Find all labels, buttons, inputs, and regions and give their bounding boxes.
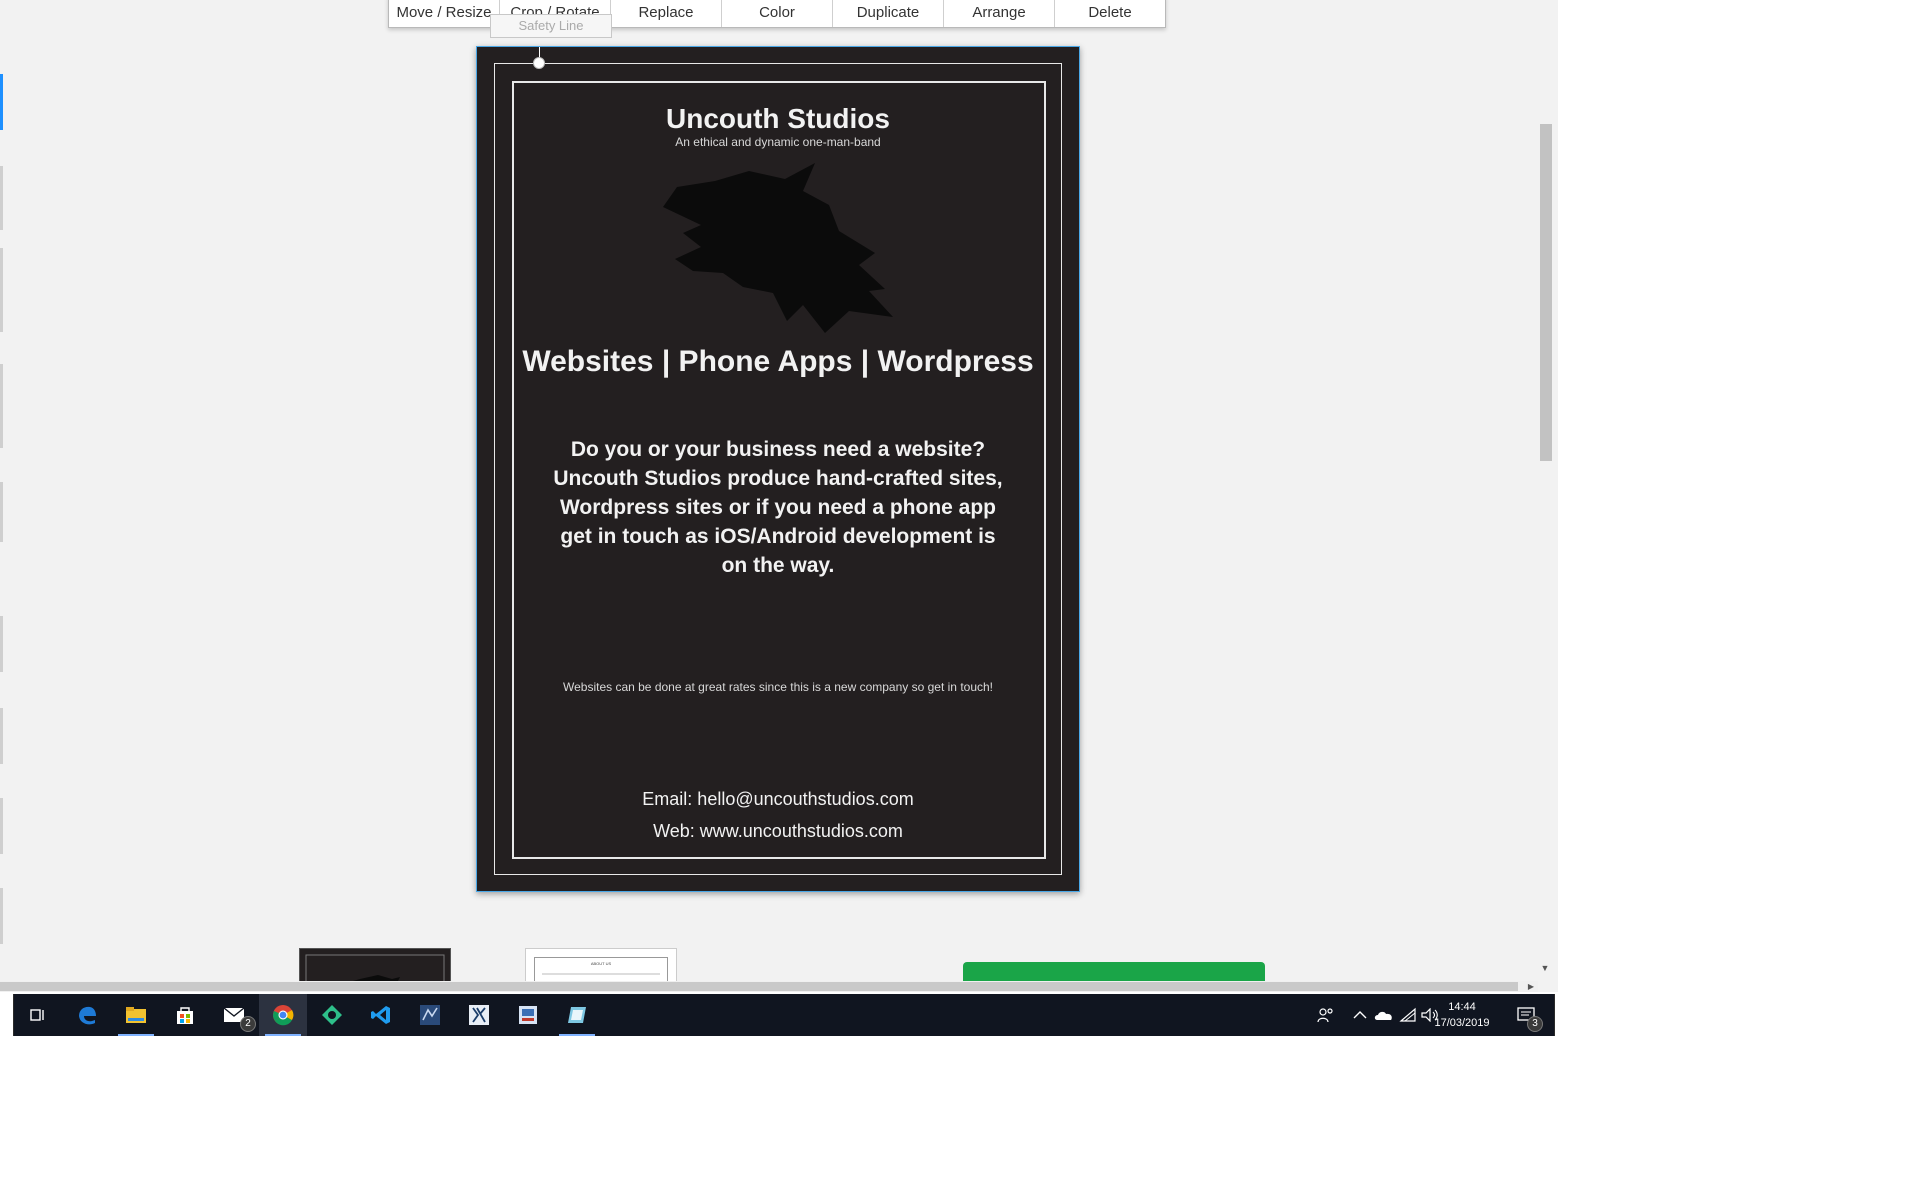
vertical-scrollbar[interactable]: ▼ — [1538, 0, 1552, 981]
edge-icon[interactable] — [63, 994, 111, 1036]
thumbnail-text-line — [542, 973, 660, 975]
notification-badge: 3 — [1527, 1016, 1543, 1032]
task-view-icon[interactable] — [14, 994, 62, 1036]
rotate-handle[interactable] — [533, 57, 545, 69]
replace-button[interactable]: Replace — [611, 0, 722, 27]
left-panel-tab[interactable] — [0, 364, 3, 448]
duplicate-button[interactable]: Duplicate — [833, 0, 944, 27]
wolf-logo-icon[interactable] — [653, 161, 903, 341]
mail-icon[interactable]: 2 — [210, 994, 258, 1036]
remote-icon[interactable] — [504, 994, 552, 1036]
safety-line-label: Safety Line — [490, 14, 612, 38]
chrome-icon[interactable] — [259, 994, 307, 1036]
design-canvas[interactable]: Uncouth Studios An ethical and dynamic o… — [476, 46, 1080, 892]
left-panel-tab[interactable] — [0, 248, 3, 332]
color-button[interactable]: Color — [722, 0, 833, 27]
left-panel-tab[interactable] — [0, 616, 3, 672]
flyer-pitch[interactable]: Do you or your business need a website? … — [547, 435, 1009, 580]
clock-time: 14:44 — [1448, 1001, 1476, 1013]
paint-icon[interactable] — [553, 994, 601, 1036]
sql-icon[interactable] — [406, 994, 454, 1036]
left-panel-tab[interactable] — [0, 888, 3, 944]
taskbar-clock[interactable]: 14:44 17/03/2019 — [1427, 999, 1497, 1031]
flyer-email[interactable]: Email: hello@uncouthstudios.com — [477, 789, 1079, 810]
mail-badge: 2 — [240, 1016, 256, 1032]
arrange-button[interactable]: Arrange — [944, 0, 1055, 27]
network-icon[interactable] — [1397, 1004, 1419, 1026]
flyer-web[interactable]: Web: www.uncouthstudios.com — [477, 821, 1079, 842]
xcode-icon[interactable] — [455, 994, 503, 1036]
scroll-down-arrow-icon[interactable]: ▼ — [1539, 962, 1551, 974]
action-center-icon[interactable]: 3 — [1511, 1004, 1543, 1032]
left-panel-tab-active[interactable] — [0, 74, 3, 130]
editor-workspace: Move / Resize Crop / Rotate Replace Colo… — [0, 0, 1558, 992]
flyer-headline[interactable]: Websites | Phone Apps | Wordpress — [477, 345, 1079, 379]
left-panel-tab[interactable] — [0, 482, 3, 542]
delete-button[interactable]: Delete — [1055, 0, 1165, 27]
thumbnail-heading: ABOUT US — [590, 961, 612, 966]
gitkraken-icon[interactable] — [308, 994, 356, 1036]
left-panel-tab[interactable] — [0, 708, 3, 764]
left-panel-tab[interactable] — [0, 166, 3, 230]
people-icon[interactable] — [1315, 1004, 1337, 1026]
flyer-subtitle[interactable]: An ethical and dynamic one-man-band — [477, 135, 1079, 149]
clock-date: 17/03/2019 — [1434, 1017, 1490, 1029]
scroll-right-arrow-icon[interactable]: ▶ — [1524, 981, 1538, 992]
move-resize-button[interactable]: Move / Resize — [389, 0, 500, 27]
vertical-scroll-thumb[interactable] — [1540, 124, 1552, 461]
chevron-up-icon[interactable] — [1349, 1004, 1371, 1026]
flyer-title[interactable]: Uncouth Studios — [477, 103, 1079, 135]
file-explorer-icon[interactable] — [112, 994, 160, 1036]
windows-taskbar: 2 14:44 17/03/2019 3 — [13, 994, 1555, 1036]
vscode-icon[interactable] — [357, 994, 405, 1036]
horizontal-scroll-thumb[interactable] — [0, 982, 1518, 991]
horizontal-scrollbar[interactable]: ▶ — [0, 981, 1538, 992]
store-icon[interactable] — [161, 994, 209, 1036]
left-panel-tab[interactable] — [0, 798, 3, 854]
onedrive-icon[interactable] — [1373, 1004, 1395, 1026]
flyer-note[interactable]: Websites can be done at great rates sinc… — [547, 679, 1009, 696]
